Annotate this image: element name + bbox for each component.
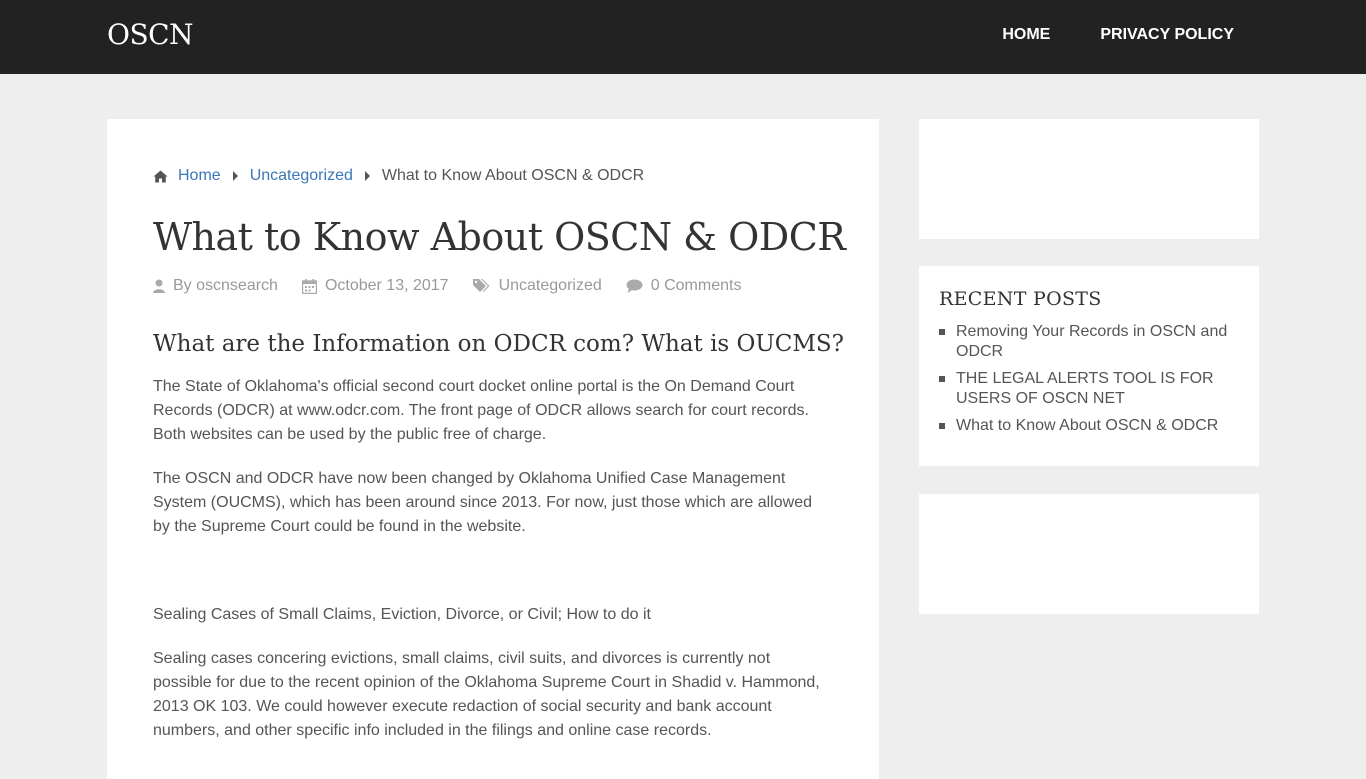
post-section-heading: What are the Information on ODCR com? Wh… xyxy=(153,331,845,357)
calendar-icon xyxy=(301,278,317,294)
recent-posts-widget: RECENT POSTS Removing Your Records in OS… xyxy=(919,266,1259,466)
post-paragraph: Sealing cases concering evictions, small… xyxy=(153,650,820,739)
meta-date: October 13, 2017 xyxy=(301,277,449,295)
meta-author[interactable]: By oscnsearch xyxy=(153,277,278,295)
sidebar-widget-empty-top xyxy=(919,119,1259,239)
breadcrumb-current: What to Know About OSCN & ODCR xyxy=(381,167,645,184)
home-icon xyxy=(153,170,168,183)
meta-comments[interactable]: 0 Comments xyxy=(626,277,742,295)
meta-comments-text: 0 Comments xyxy=(650,277,742,294)
recent-post-link[interactable]: What to Know About OSCN & ODCR xyxy=(939,416,1239,436)
nav-home[interactable]: HOME xyxy=(1002,26,1050,44)
sidebar-widget-empty-bottom xyxy=(919,494,1259,614)
post-title: What to Know About OSCN & ODCR xyxy=(153,215,846,259)
nav-privacy-policy[interactable]: PRIVACY POLICY xyxy=(1100,26,1234,44)
site-title[interactable]: OSCN xyxy=(107,18,194,51)
post-paragraph: The State of Oklahoma's official second … xyxy=(153,378,809,443)
site-header: OSCN HOME PRIVACY POLICY xyxy=(0,0,1366,74)
breadcrumb-category-link[interactable]: Uncategorized xyxy=(250,167,353,185)
comment-icon xyxy=(626,279,643,293)
tags-icon xyxy=(472,279,490,292)
post-paragraph: The OSCN and ODCR have now been changed … xyxy=(153,470,812,535)
caret-right-icon xyxy=(232,171,238,181)
recent-posts-list: Removing Your Records in OSCN and ODCR T… xyxy=(939,322,1239,436)
recent-posts-title: RECENT POSTS xyxy=(939,288,1102,310)
post-paragraph: Sealing Cases of Small Claims, Eviction,… xyxy=(153,606,651,623)
meta-date-text: October 13, 2017 xyxy=(324,277,449,294)
meta-category[interactable]: Uncategorized xyxy=(472,277,602,295)
user-icon xyxy=(153,279,165,293)
recent-post-link[interactable]: Removing Your Records in OSCN and ODCR xyxy=(939,322,1239,362)
breadcrumb-home-link[interactable]: Home xyxy=(178,167,221,185)
caret-right-icon xyxy=(364,171,370,181)
meta-author-text: By oscnsearch xyxy=(173,277,278,294)
breadcrumb: Home Uncategorized What to Know About OS… xyxy=(153,167,644,185)
main-content: Home Uncategorized What to Know About OS… xyxy=(107,119,879,779)
recent-post-link[interactable]: THE LEGAL ALERTS TOOL IS FOR USERS OF OS… xyxy=(939,369,1239,409)
main-nav: HOME PRIVACY POLICY xyxy=(1002,26,1234,44)
meta-category-text: Uncategorized xyxy=(498,277,602,294)
post-meta: By oscnsearch October 13, 2017 Uncategor… xyxy=(153,277,765,295)
